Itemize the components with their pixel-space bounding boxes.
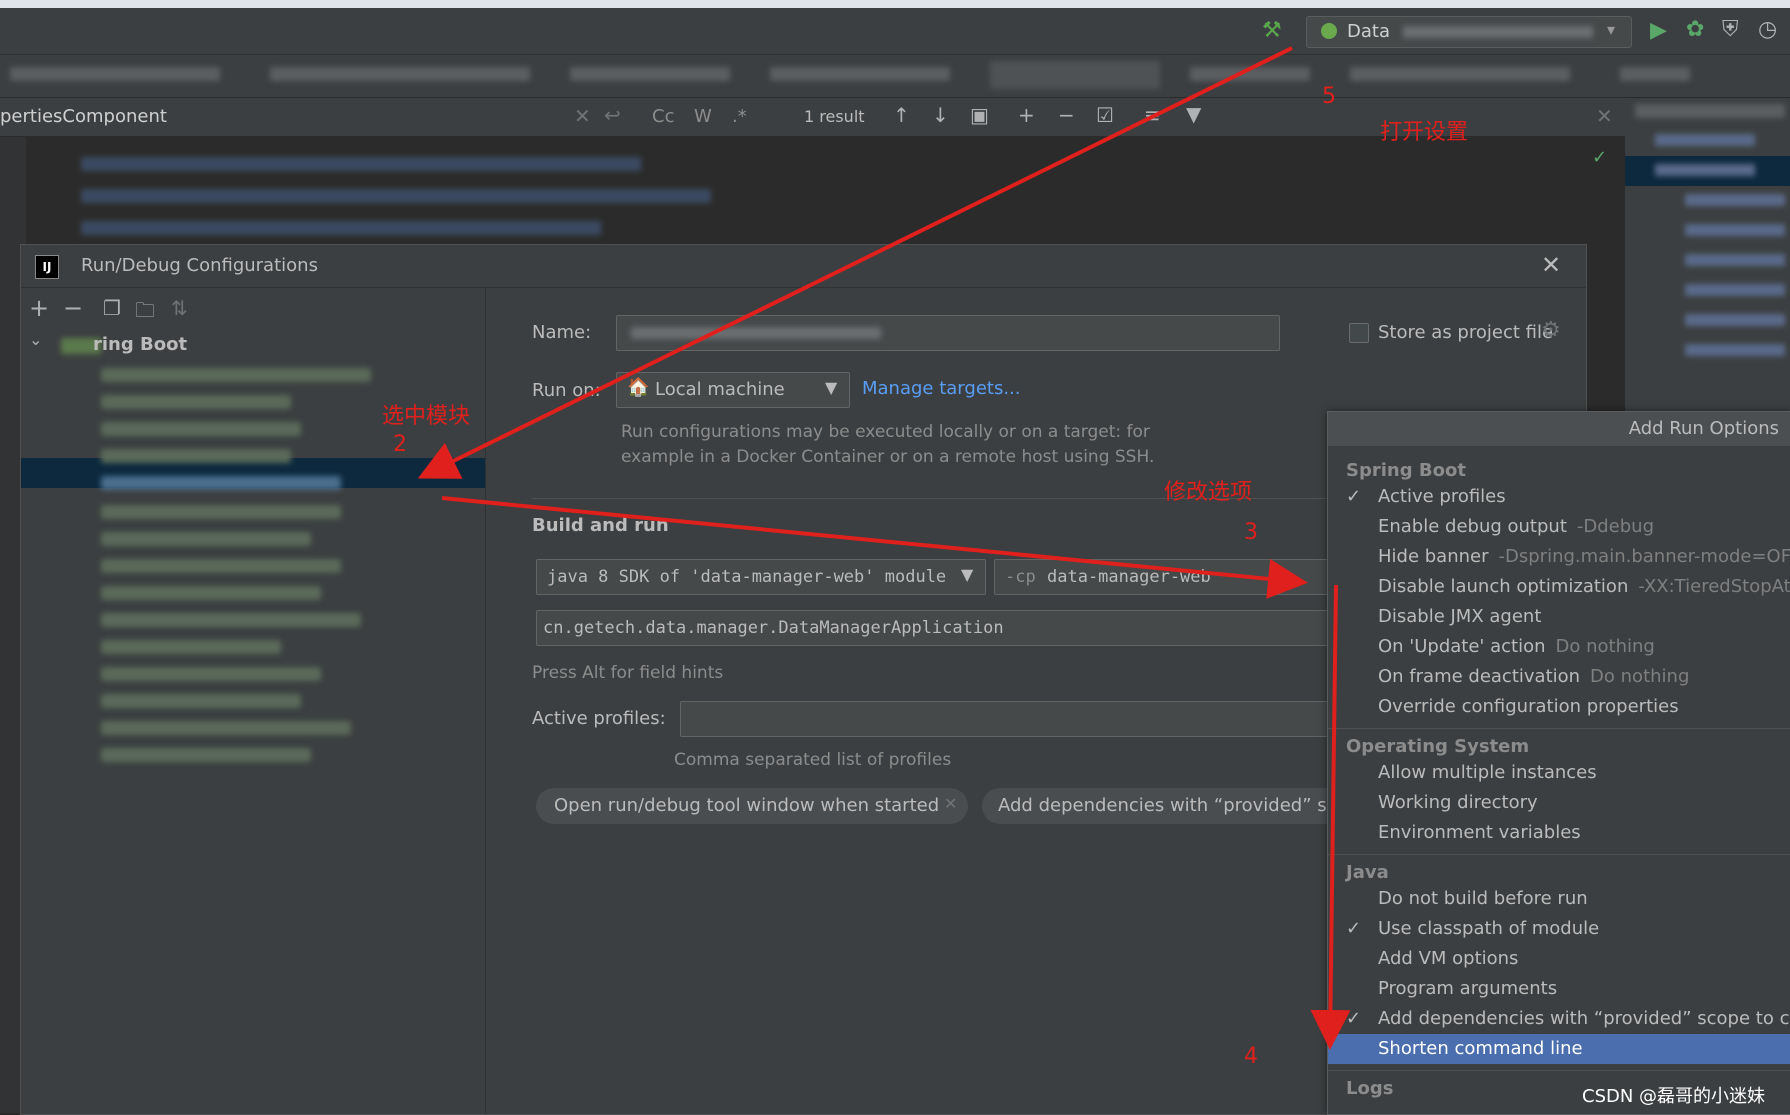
annotation-number-4: 4 [1244,1044,1258,1069]
annotation-select-module: 选中模块 [382,404,471,429]
arrow-to-modify-options [441,496,1308,599]
watermark: CSDN @磊哥的小迷妹 [1582,1086,1766,1107]
annotation-open-settings: 打开设置 [1380,120,1469,145]
annotation-number-5: 5 [1322,84,1336,109]
arrow-to-selected-module [417,46,1293,479]
annotation-number-2: 2 [393,432,407,457]
annotation-modify-options: 修改选项 [1164,480,1253,505]
annotation-number-3: 3 [1244,520,1258,545]
arrow-to-shorten-command [1310,584,1351,1050]
annotation-arrows [417,46,1351,1050]
